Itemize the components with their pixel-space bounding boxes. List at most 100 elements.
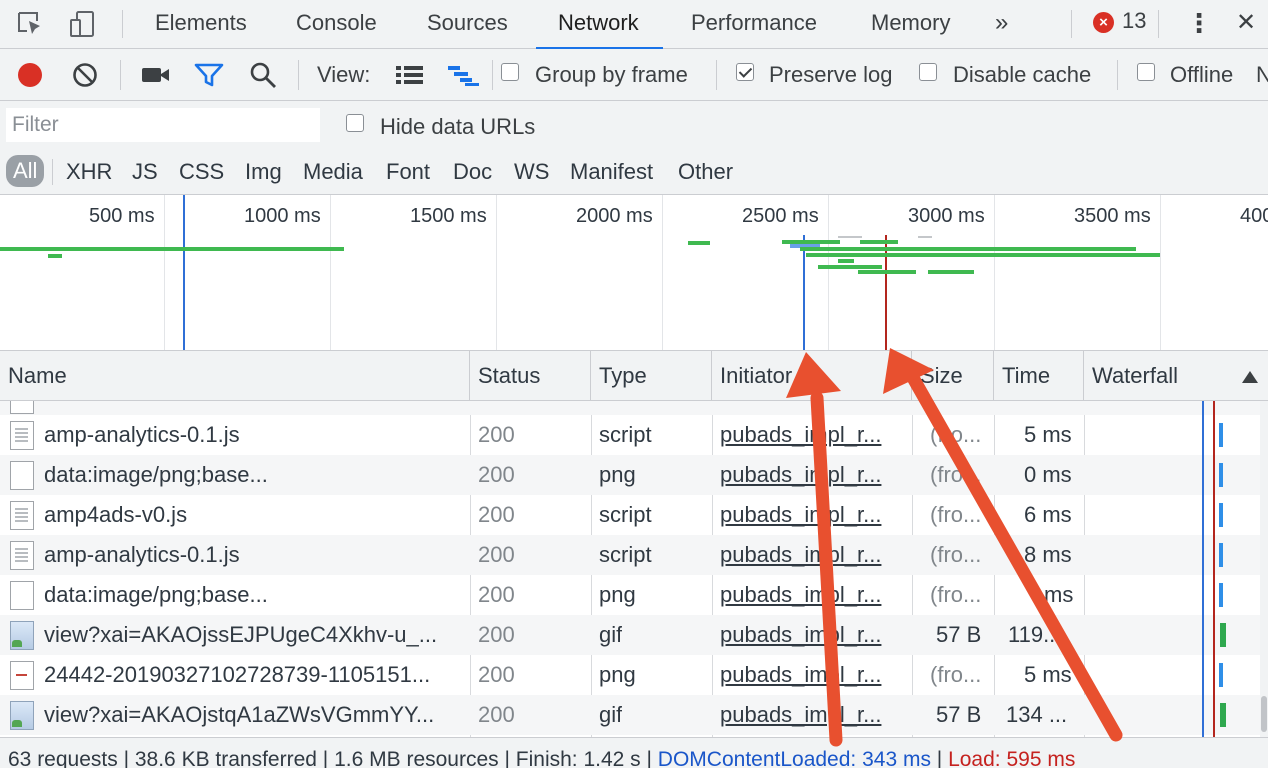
tab-network[interactable]: Network [536, 0, 663, 50]
hide-data-urls-label[interactable]: Hide data URLs [380, 114, 535, 140]
inspect-element-icon[interactable] [14, 8, 46, 40]
column-header-time[interactable]: Time [994, 351, 1084, 401]
overview-request-bar [806, 253, 1160, 257]
sort-ascending-icon[interactable] [1242, 371, 1258, 383]
overview-request-bar [800, 247, 1136, 251]
table-row[interactable]: amp4ads-v0.js 200 script pubads_impl_r..… [0, 495, 1260, 535]
request-initiator-link[interactable]: pubads_impl_r... [720, 535, 906, 575]
overview-request-bar [838, 236, 862, 238]
type-filter-img[interactable]: Img [245, 159, 282, 185]
request-initiator-link[interactable]: pubads_impl_r... [720, 495, 906, 535]
error-count[interactable]: 13 [1122, 8, 1146, 34]
request-status: 200 [478, 462, 515, 487]
request-type: gif [599, 702, 623, 727]
overview-request-bar [48, 254, 62, 258]
filter-icon[interactable] [194, 62, 224, 88]
close-devtools-button[interactable]: ✕ [1236, 0, 1256, 49]
request-initiator-link[interactable]: pubads_impl_r... [720, 415, 906, 455]
request-name: amp-analytics-0.1.js [44, 422, 240, 447]
hide-data-urls-checkbox[interactable] [346, 114, 364, 132]
table-row[interactable] [0, 401, 1260, 415]
overview-tick: 3500 ms [1074, 205, 1151, 227]
overview-request-bar [928, 270, 974, 274]
more-tabs-button[interactable]: » [995, 0, 1008, 49]
request-size: 57 B [936, 702, 982, 727]
filter-input[interactable] [6, 108, 320, 142]
request-name: data:image/png;base... [44, 462, 268, 487]
tab-performance[interactable]: Performance [691, 0, 817, 49]
type-filter-doc[interactable]: Doc [453, 159, 492, 185]
type-filter-js[interactable]: JS [132, 159, 158, 185]
type-filter-xhr[interactable]: XHR [66, 159, 112, 185]
tab-console[interactable]: Console [296, 0, 377, 49]
request-initiator-link[interactable]: pubads_impl_r... [720, 695, 906, 735]
overview-request-bar [860, 240, 898, 244]
device-toolbar-icon[interactable] [66, 8, 98, 40]
overview-tick: 2000 ms [576, 205, 653, 227]
request-time: 119... [1008, 622, 1062, 647]
offline-checkbox[interactable] [1137, 63, 1155, 81]
column-header-type[interactable]: Type [591, 351, 712, 401]
request-initiator-link[interactable]: pubads_impl_r... [720, 575, 906, 615]
column-header-name[interactable]: Name [0, 351, 470, 401]
group-by-frame-label[interactable]: Group by frame [535, 62, 688, 88]
toolbar-divider [716, 60, 717, 90]
type-filter-manifest[interactable]: Manifest [570, 159, 653, 185]
type-filter-all[interactable]: All [6, 155, 45, 187]
column-header-waterfall[interactable]: Waterfall [1084, 351, 1268, 401]
table-scrollbar[interactable] [1260, 401, 1268, 737]
request-status: 200 [478, 662, 515, 687]
large-rows-icon[interactable] [395, 65, 425, 85]
overview-request-bar [838, 259, 854, 263]
type-filter-font[interactable]: Font [386, 159, 430, 185]
disable-cache-label[interactable]: Disable cache [953, 62, 1091, 88]
table-row[interactable]: data:image/png;base... 200 png pubads_im… [0, 455, 1260, 495]
screenshot-camera-icon[interactable] [141, 65, 171, 85]
request-initiator-link[interactable]: pubads_impl_r... [720, 615, 906, 655]
tab-sources[interactable]: Sources [427, 0, 508, 49]
network-summary-bar: 63 requests | 38.6 KB transferred | 1.6 … [0, 737, 1268, 768]
devtools-tab-bar: Elements Console Sources Network Perform… [0, 0, 1268, 50]
table-row[interactable]: amp-analytics-0.1.js 200 script pubads_i… [0, 535, 1260, 575]
preserve-log-label[interactable]: Preserve log [769, 62, 893, 88]
column-header-size[interactable]: Size [912, 351, 994, 401]
error-icon[interactable]: × [1093, 12, 1114, 33]
type-filter-ws[interactable]: WS [514, 159, 549, 185]
table-row[interactable]: view?xai=AKAOjstqA1aZWsVGmmYY... 200 gif… [0, 695, 1260, 735]
table-row[interactable]: amp-analytics-0.1.js 200 script pubads_i… [0, 415, 1260, 455]
search-icon[interactable] [249, 61, 277, 89]
network-overview[interactable]: 500 ms 1000 ms 1500 ms 2000 ms 2500 ms 3… [0, 195, 1268, 351]
request-initiator-link[interactable]: pubads_impl_r... [720, 455, 906, 495]
group-by-frame-checkbox[interactable] [501, 63, 519, 81]
overview-request-bar [0, 247, 344, 251]
preserve-log-checkbox[interactable] [736, 63, 754, 81]
dom-content-loaded-text: DOMContentLoaded: 343 ms [657, 748, 931, 768]
requests-table-header: Name Status Type Initiator Size Time Wat… [0, 351, 1268, 401]
kebab-menu-button[interactable]: ⋮ [1186, 0, 1212, 49]
scrollbar-thumb[interactable] [1261, 696, 1267, 732]
toolbar-divider [492, 60, 493, 90]
throttling-select[interactable]: N [1256, 62, 1268, 88]
tab-elements[interactable]: Elements [155, 0, 247, 49]
offline-label[interactable]: Offline [1170, 62, 1233, 88]
table-row[interactable]: 24442-20190327102728739-1105151... 200 p… [0, 655, 1260, 695]
overview-tick: 2500 ms [742, 205, 819, 227]
column-header-initiator[interactable]: Initiator [712, 351, 912, 401]
tab-memory[interactable]: Memory [871, 0, 950, 49]
type-filter-css[interactable]: CSS [179, 159, 224, 185]
request-size: (fro... [930, 422, 982, 447]
request-initiator-link[interactable]: pubads_impl_r... [720, 655, 906, 695]
grid-line [994, 195, 995, 350]
clear-icon[interactable] [72, 62, 98, 88]
table-row[interactable]: view?xai=AKAOjssEJPUgeC4Xkhv-u_... 200 g… [0, 615, 1260, 655]
record-button[interactable] [16, 61, 44, 89]
disable-cache-checkbox[interactable] [919, 63, 937, 81]
type-filter-media[interactable]: Media [303, 159, 363, 185]
type-filter-other[interactable]: Other [678, 159, 733, 185]
waterfall-bar [1219, 423, 1223, 447]
column-header-status[interactable]: Status [470, 351, 591, 401]
waterfall-view-icon[interactable] [447, 65, 481, 87]
waterfall-dom-content-loaded-line [1202, 401, 1204, 737]
table-row[interactable]: data:image/png;base... 200 png pubads_im… [0, 575, 1260, 615]
dom-content-loaded-line [183, 195, 185, 350]
